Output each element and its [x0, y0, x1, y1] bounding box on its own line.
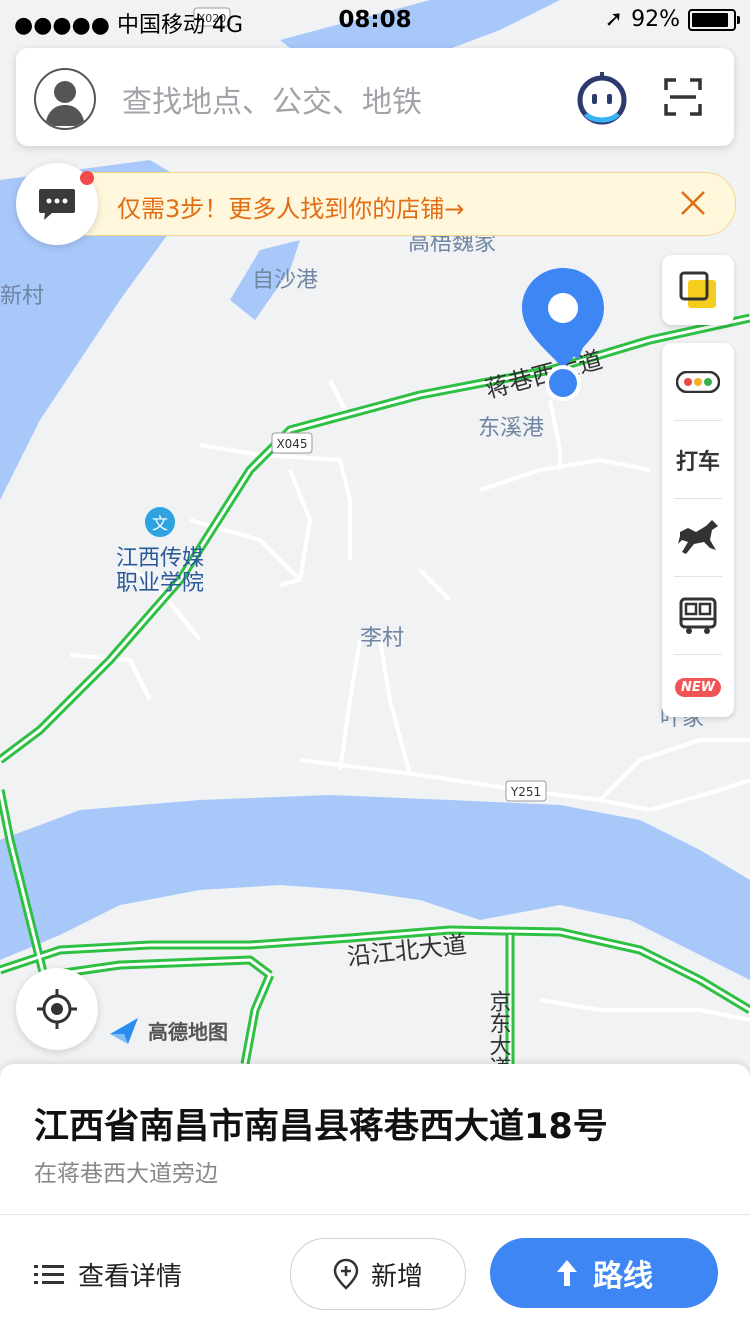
map-tools-panel: 打车 NEW: [662, 343, 734, 717]
bus-icon: [679, 597, 717, 634]
search-input[interactable]: 查找地点、公交、地铁: [122, 77, 422, 121]
label-school-1: 江西传媒: [116, 546, 204, 571]
chat-bubble-icon: [39, 189, 75, 220]
label-baisha: 自沙港: [252, 268, 318, 293]
layers-icon: [679, 271, 716, 308]
add-button[interactable]: 新增: [290, 1238, 466, 1310]
new-feature-button[interactable]: NEW: [662, 648, 734, 726]
divider: [0, 1214, 750, 1215]
place-subtitle: 在蒋巷西大道旁边: [34, 1161, 218, 1187]
map-canvas[interactable]: X045 Y251 X020 高梧魏家 自沙港 新村 东溪港 李村 叶家 江西传…: [0, 0, 750, 1064]
route-button[interactable]: 路线: [490, 1238, 718, 1308]
taxi-button[interactable]: 打车: [662, 421, 734, 499]
details-label: 查看详情: [78, 1262, 183, 1292]
place-sheet: 江西省南昌市南昌县蒋巷西大道18号 在蒋巷西大道旁边 查看详情 新增 路线: [0, 1064, 750, 1334]
battery-percent: 92%: [631, 7, 680, 32]
locate-button[interactable]: [16, 968, 98, 1050]
horse-icon: [678, 520, 718, 554]
list-icon: [34, 1264, 64, 1284]
horse-travel-button[interactable]: [662, 499, 734, 577]
place-address: 江西省南昌市南昌县蒋巷西大道18号: [34, 1107, 608, 1147]
road-name-jingdong: 京东大道: [486, 990, 512, 1064]
route-arrow-icon: [557, 1260, 577, 1286]
add-label: 新增: [370, 1261, 423, 1292]
bus-button[interactable]: [662, 577, 734, 655]
notification-dot: [80, 171, 94, 185]
traffic-button[interactable]: [662, 343, 734, 421]
label-school-2: 职业学院: [116, 571, 204, 596]
layers-button[interactable]: [662, 255, 734, 325]
location-arrow-icon: ➚: [604, 7, 624, 32]
label-xincun: 新村: [0, 284, 44, 309]
user-icon: [45, 81, 85, 126]
svg-text:X045: X045: [276, 437, 307, 451]
new-badge: NEW: [674, 677, 722, 697]
crosshair-icon: [37, 989, 77, 1029]
school-icon: 文: [145, 507, 175, 537]
scan-icon[interactable]: [664, 78, 702, 116]
road-shield-x045: X045: [271, 432, 313, 454]
gaode-logo: 高德地图: [106, 1012, 228, 1048]
svg-text:Y251: Y251: [510, 785, 541, 799]
road-shield-y251: Y251: [505, 780, 547, 802]
svg-text:文: 文: [152, 514, 168, 533]
close-icon[interactable]: [679, 189, 707, 217]
taxi-label: 打车: [675, 450, 720, 475]
details-button[interactable]: 查看详情: [34, 1256, 182, 1293]
traffic-light-icon: [676, 371, 720, 393]
status-right: ➚ 92%: [604, 7, 740, 32]
label-licun: 李村: [360, 626, 404, 651]
add-location-icon: [333, 1258, 359, 1290]
gaode-logo-text: 高德地图: [148, 1019, 228, 1044]
promo-banner[interactable]: 仅需3步！更多人找到你的店铺→: [40, 172, 736, 236]
label-dongxi: 东溪港: [478, 416, 544, 441]
message-button[interactable]: [16, 163, 98, 245]
avatar[interactable]: [34, 68, 96, 130]
battery-icon: [688, 8, 740, 31]
gaode-logo-icon: [106, 1012, 142, 1048]
status-bar: ●●●●● 中国移动 4G 08:08 ➚ 92%: [0, 0, 750, 40]
route-label: 路线: [593, 1259, 653, 1294]
assistant-bot-icon[interactable]: [574, 70, 630, 126]
banner-text: 仅需3步！更多人找到你的店铺→: [117, 195, 465, 223]
search-bar[interactable]: 查找地点、公交、地铁: [16, 48, 734, 146]
